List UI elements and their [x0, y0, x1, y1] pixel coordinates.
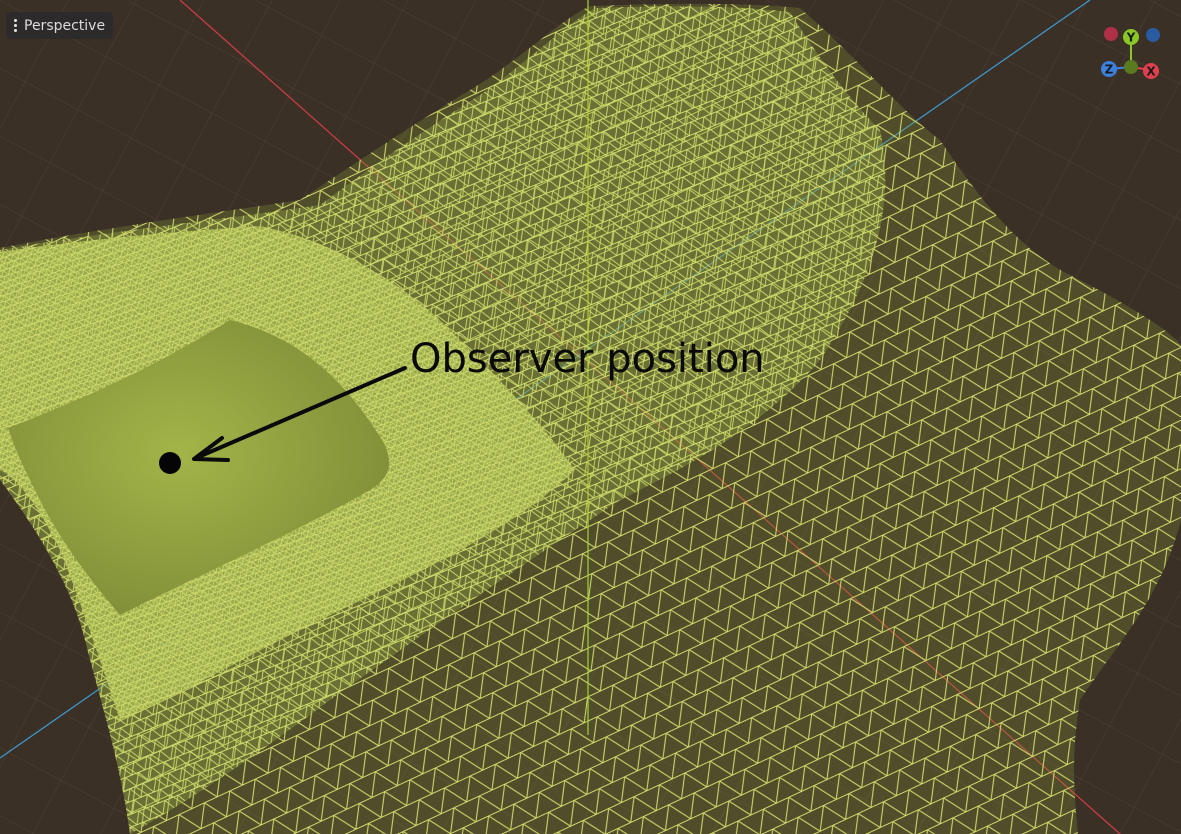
gizmo-neg-z-handle[interactable] [1146, 28, 1160, 42]
observer-annotation-text: Observer position [410, 336, 765, 382]
terrain-scene[interactable] [0, 0, 1181, 834]
observer-dot-icon [159, 452, 181, 474]
orientation-gizmo[interactable]: Y Z X [1096, 24, 1166, 84]
gizmo-neg-x-handle[interactable] [1104, 27, 1118, 41]
gizmo-z-label: Z [1105, 63, 1114, 77]
gizmo-y-label: Y [1126, 31, 1136, 45]
view-menu-button[interactable]: Perspective [6, 12, 114, 39]
gizmo-x-label: X [1146, 65, 1156, 79]
gizmo-neg-y-handle[interactable] [1124, 60, 1138, 74]
3d-viewport[interactable]: Perspective Y Z X Observer position [0, 0, 1181, 834]
kebab-menu-icon [12, 19, 18, 32]
view-mode-label: Perspective [24, 17, 106, 34]
